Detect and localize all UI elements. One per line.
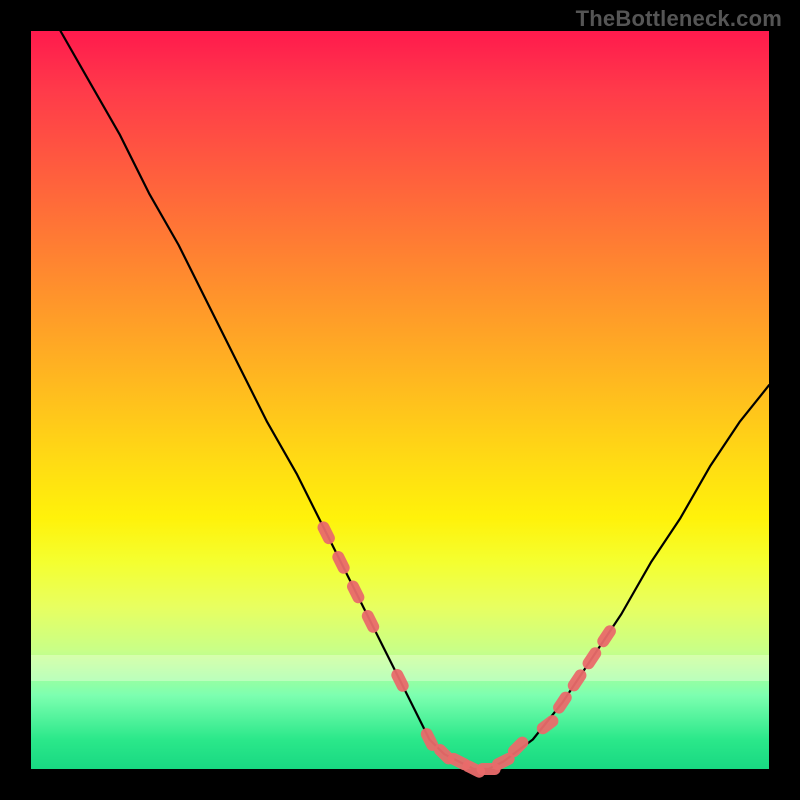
marker-group bbox=[315, 519, 618, 779]
marker-point bbox=[345, 578, 366, 605]
watermark-label: TheBottleneck.com bbox=[576, 6, 782, 32]
bottleneck-curve bbox=[61, 31, 770, 769]
plot-area bbox=[31, 31, 769, 769]
marker-point bbox=[389, 667, 410, 694]
marker-point bbox=[580, 645, 603, 672]
curve-layer bbox=[31, 31, 769, 769]
marker-point bbox=[360, 608, 381, 635]
marker-point bbox=[565, 667, 588, 694]
marker-point bbox=[315, 519, 336, 546]
marker-point bbox=[595, 623, 618, 650]
chart-frame: TheBottleneck.com bbox=[0, 0, 800, 800]
marker-point bbox=[330, 549, 351, 576]
